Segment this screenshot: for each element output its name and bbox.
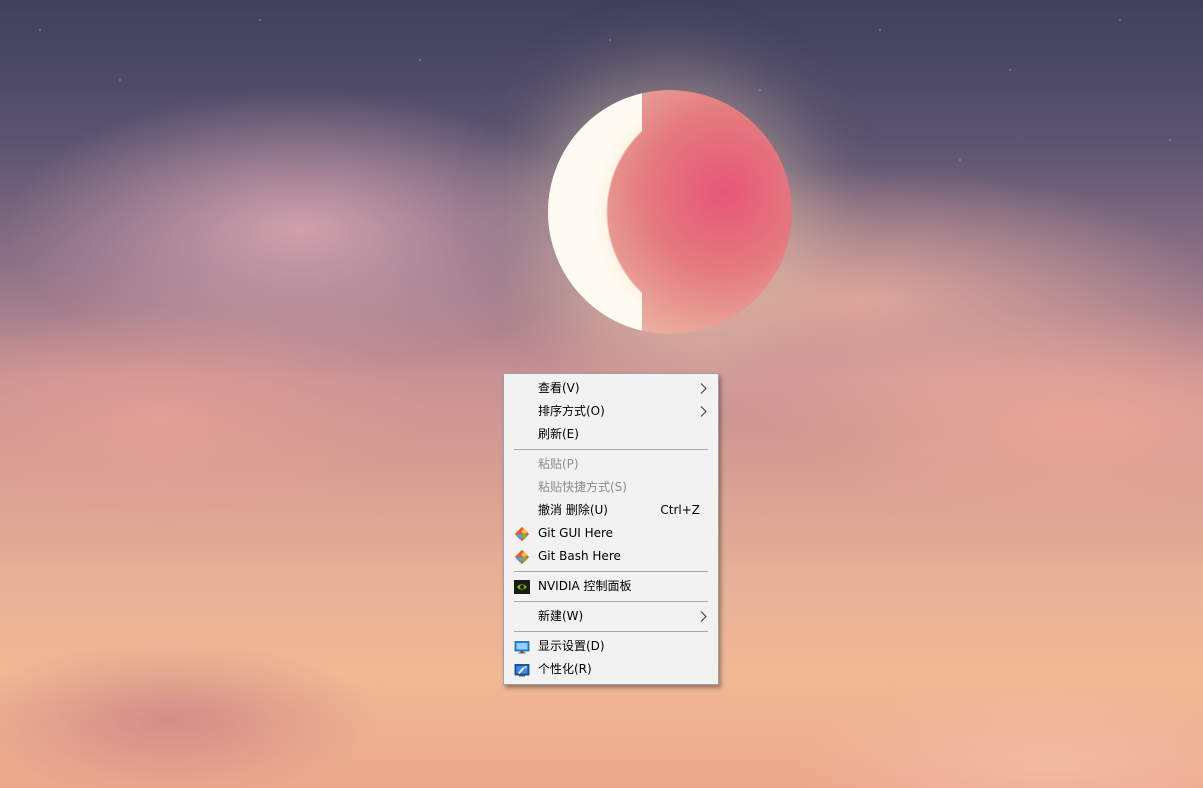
menu-item-nvidia-control-panel[interactable]: NVIDIA 控制面板: [504, 575, 718, 598]
nvidia-icon: [514, 579, 530, 595]
personalize-icon: [514, 662, 530, 678]
menu-separator: [514, 631, 708, 632]
desktop-context-menu: 查看(V) 排序方式(O) 刷新(E) 粘贴(P) 粘贴快捷方式(S) 撤消 删…: [503, 373, 719, 685]
menu-item-undo-delete[interactable]: 撤消 删除(U) Ctrl+Z: [504, 499, 718, 522]
menu-item-view[interactable]: 查看(V): [504, 377, 718, 400]
menu-item-refresh[interactable]: 刷新(E): [504, 423, 718, 446]
menu-separator: [514, 571, 708, 572]
menu-item-label: 撤消 删除(U): [538, 503, 608, 517]
menu-item-new[interactable]: 新建(W): [504, 605, 718, 628]
menu-item-label: Git Bash Here: [538, 549, 621, 563]
menu-item-git-bash-here[interactable]: Git Bash Here: [504, 545, 718, 568]
menu-item-sort-by[interactable]: 排序方式(O): [504, 400, 718, 423]
git-icon: [514, 526, 530, 542]
menu-item-paste[interactable]: 粘贴(P): [504, 453, 718, 476]
submenu-arrow-icon: [699, 377, 709, 400]
menu-item-label: NVIDIA 控制面板: [538, 579, 632, 593]
menu-item-label: 个性化(R): [538, 662, 592, 676]
menu-item-label: 排序方式(O): [538, 404, 605, 418]
git-icon: [514, 549, 530, 565]
menu-item-personalize[interactable]: 个性化(R): [504, 658, 718, 681]
menu-item-label: 粘贴快捷方式(S): [538, 480, 627, 494]
menu-item-display-settings[interactable]: 显示设置(D): [504, 635, 718, 658]
menu-separator: [514, 601, 708, 602]
menu-item-paste-shortcut[interactable]: 粘贴快捷方式(S): [504, 476, 718, 499]
desktop-wallpaper[interactable]: 查看(V) 排序方式(O) 刷新(E) 粘贴(P) 粘贴快捷方式(S) 撤消 删…: [0, 0, 1203, 788]
menu-item-label: Git GUI Here: [538, 526, 614, 540]
menu-item-shortcut: Ctrl+Z: [660, 503, 700, 517]
menu-item-label: 显示设置(D): [538, 639, 605, 653]
menu-item-label: 粘贴(P): [538, 457, 579, 471]
menu-separator: [514, 449, 708, 450]
submenu-arrow-icon: [699, 605, 709, 628]
submenu-arrow-icon: [699, 400, 709, 423]
menu-item-label: 新建(W): [538, 609, 584, 623]
menu-item-git-gui-here[interactable]: Git GUI Here: [504, 522, 718, 545]
menu-item-label: 刷新(E): [538, 427, 579, 441]
display-settings-icon: [514, 639, 530, 655]
menu-item-label: 查看(V): [538, 381, 580, 395]
